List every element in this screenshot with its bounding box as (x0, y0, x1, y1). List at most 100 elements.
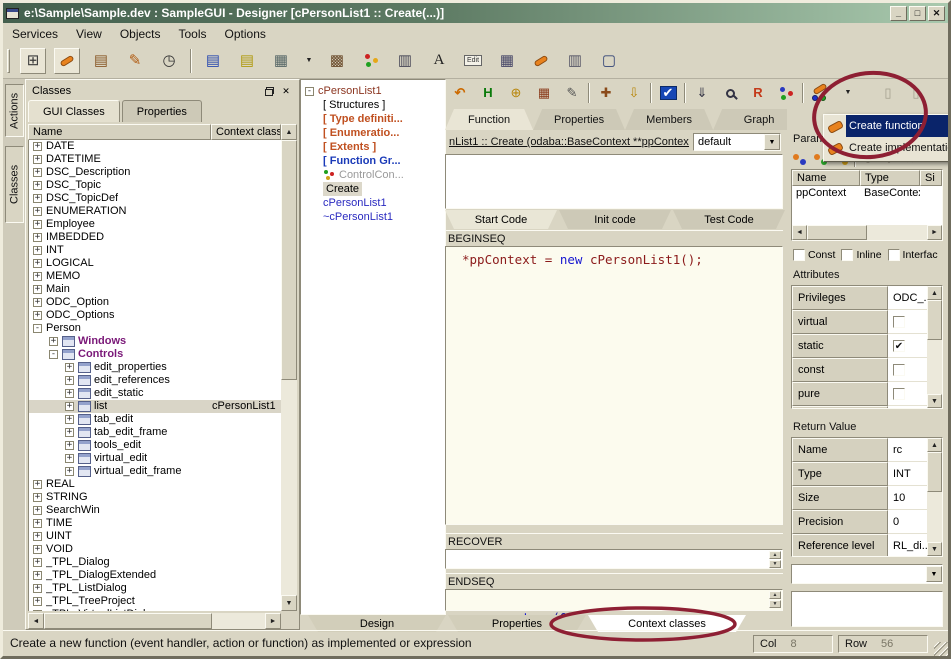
tree-item-odc-option[interactable]: +ODC_Option (29, 296, 281, 309)
member-item-structures[interactable]: [ Structures ] (301, 98, 445, 112)
function-declaration-link[interactable]: nList1 :: Create (odaba::BaseContext **p… (449, 136, 689, 148)
expander-icon[interactable]: + (33, 285, 42, 294)
member-item-cpersonlist1[interactable]: cPersonList1 (301, 196, 445, 210)
expander-icon[interactable]: + (33, 532, 42, 541)
expander-icon[interactable]: + (33, 207, 42, 216)
tree-item-tab-edit[interactable]: +tab_edit (29, 413, 281, 426)
tree-item-imbedded[interactable]: +IMBEDDED (29, 231, 281, 244)
tree-item-edit-static[interactable]: +edit_static (29, 387, 281, 400)
vertical-scrollbar[interactable]: ▲▼ (927, 286, 942, 408)
rename-icon[interactable]: R (746, 82, 770, 104)
expander-icon[interactable]: + (65, 441, 74, 450)
find-source-icon[interactable] (718, 82, 742, 104)
endseq-code-area[interactable]: return(0); ▲ ▼ (445, 589, 783, 611)
tab-graph[interactable]: Graph (713, 109, 787, 130)
resource-book-icon[interactable]: ▤ (88, 48, 114, 74)
tab-members[interactable]: Members (625, 109, 713, 130)
checkbox-icon[interactable]: ✔ (893, 340, 905, 352)
tree-item-windows[interactable]: +Windows (29, 335, 281, 348)
tree-item-string[interactable]: +STRING (29, 491, 281, 504)
vertical-scroll-thumb[interactable] (927, 300, 942, 340)
expander-icon[interactable]: + (33, 272, 42, 281)
drawer-blue-icon[interactable]: ▤ (200, 48, 226, 74)
tree-item-searchwin[interactable]: +SearchWin (29, 504, 281, 517)
expander-icon[interactable]: + (33, 558, 42, 567)
expander-icon[interactable]: + (33, 233, 42, 242)
export-icon[interactable]: ⇩ (622, 82, 646, 104)
scroll-right-button[interactable]: ► (927, 225, 942, 240)
add-member-icon[interactable]: ✚ (594, 82, 618, 104)
class-interface-icon[interactable]: ▯ (904, 82, 928, 104)
member-item-cpersonlist1[interactable]: ~cPersonList1 (301, 210, 445, 224)
vertical-scroll-thumb[interactable] (281, 140, 297, 380)
class-hierarchy-icon[interactable]: ⊞ (20, 48, 46, 74)
form-list-dropdown[interactable]: ▼ (302, 48, 316, 74)
expander-icon[interactable]: + (33, 519, 42, 528)
expander-icon[interactable]: + (33, 584, 42, 593)
maximize-button[interactable]: □ (909, 6, 926, 21)
tree-item-main[interactable]: +Main (29, 283, 281, 296)
scroll-up-button[interactable]: ▲ (927, 286, 942, 300)
spin-up-icon[interactable]: ▲ (769, 591, 781, 599)
scroll-up-button[interactable]: ▲ (927, 438, 942, 452)
tree-item-date[interactable]: +DATE (29, 140, 281, 153)
checkbox-const[interactable]: Const (793, 247, 835, 263)
float-panel-button[interactable] (262, 85, 276, 98)
member-item-controlcon[interactable]: ControlCon... (301, 168, 445, 182)
edit-function-icon[interactable]: ✎ (560, 82, 584, 104)
expander-icon[interactable]: + (33, 506, 42, 515)
column-header-name[interactable]: Name (28, 124, 211, 140)
expander-icon[interactable]: + (65, 467, 74, 476)
member-item-extents[interactable]: [ Extents ] (301, 140, 445, 154)
tree-item-tpl-listdialog[interactable]: +_TPL_ListDialog (29, 582, 281, 595)
expander-icon[interactable]: - (49, 350, 58, 359)
tree-item-virtual-edit-frame[interactable]: +virtual_edit_frame (29, 465, 281, 478)
tree-item-tools-edit[interactable]: +tools_edit (29, 439, 281, 452)
drawer-yellow-icon[interactable]: ▤ (234, 48, 260, 74)
tab-init-code[interactable]: Init code (559, 210, 671, 229)
horizontal-scroll-thumb[interactable] (807, 225, 867, 240)
expander-icon[interactable]: + (65, 402, 74, 411)
parameter-row[interactable]: ppContextBaseContext (792, 187, 942, 203)
member-item-cpersonlist1[interactable]: -cPersonList1 (301, 84, 445, 98)
tree-item-enumeration[interactable]: +ENUMERATION (29, 205, 281, 218)
tree-item-employee[interactable]: +Employee (29, 218, 281, 231)
expander-icon[interactable]: + (65, 428, 74, 437)
checkbox-interfac[interactable]: Interfac (888, 247, 938, 263)
expander-icon[interactable]: + (33, 545, 42, 554)
combo-dropdown-icon[interactable]: ▼ (926, 566, 942, 582)
text-edit-icon[interactable]: Edit (460, 48, 486, 74)
expander-icon[interactable]: + (33, 220, 42, 229)
expander-icon[interactable]: - (305, 87, 314, 96)
menu-options[interactable]: Options (216, 26, 275, 42)
tree-item-dsc-description[interactable]: +DSC_Description (29, 166, 281, 179)
checkbox-icon[interactable] (893, 388, 905, 400)
column-header-name[interactable]: Name (792, 170, 860, 186)
spin-down-icon[interactable]: ▼ (769, 560, 781, 568)
extra-combo[interactable]: ▼ (791, 564, 943, 584)
expander-icon[interactable]: + (33, 155, 42, 164)
expander-icon[interactable]: + (33, 246, 42, 255)
menu-item-create-function[interactable]: Create function (824, 115, 951, 137)
expander-icon[interactable]: + (33, 259, 42, 268)
member-item-enumeratio[interactable]: [ Enumeratio... (301, 126, 445, 140)
spin-up-icon[interactable]: ▲ (769, 551, 781, 559)
tree-item-time[interactable]: +TIME (29, 517, 281, 530)
tree-item-edit-references[interactable]: +edit_references (29, 374, 281, 387)
server-icon[interactable]: ▥ (562, 48, 588, 74)
tab-function[interactable]: Function (445, 109, 533, 130)
vertical-scroll-thumb[interactable] (927, 452, 942, 492)
load-source-icon[interactable]: ⇓ (690, 82, 714, 104)
tab-start-code[interactable]: Start Code (445, 210, 557, 229)
add-function-icon[interactable]: ⊕ (504, 82, 528, 104)
zoom-implementation-icon[interactable]: ▯ (876, 82, 900, 104)
font-icon[interactable]: A (426, 48, 452, 74)
column-header-context-class[interactable]: Context class (211, 124, 281, 140)
eraser2-icon[interactable] (528, 48, 554, 74)
close-panel-button[interactable]: ✕ (279, 85, 293, 98)
tree-item-uint[interactable]: +UINT (29, 530, 281, 543)
tab-gui-classes[interactable]: GUI Classes (28, 100, 120, 122)
resize-grip[interactable] (934, 642, 948, 656)
tree-item-tpl-dialog[interactable]: +_TPL_Dialog (29, 556, 281, 569)
tab-test-code[interactable]: Test Code (673, 210, 785, 229)
